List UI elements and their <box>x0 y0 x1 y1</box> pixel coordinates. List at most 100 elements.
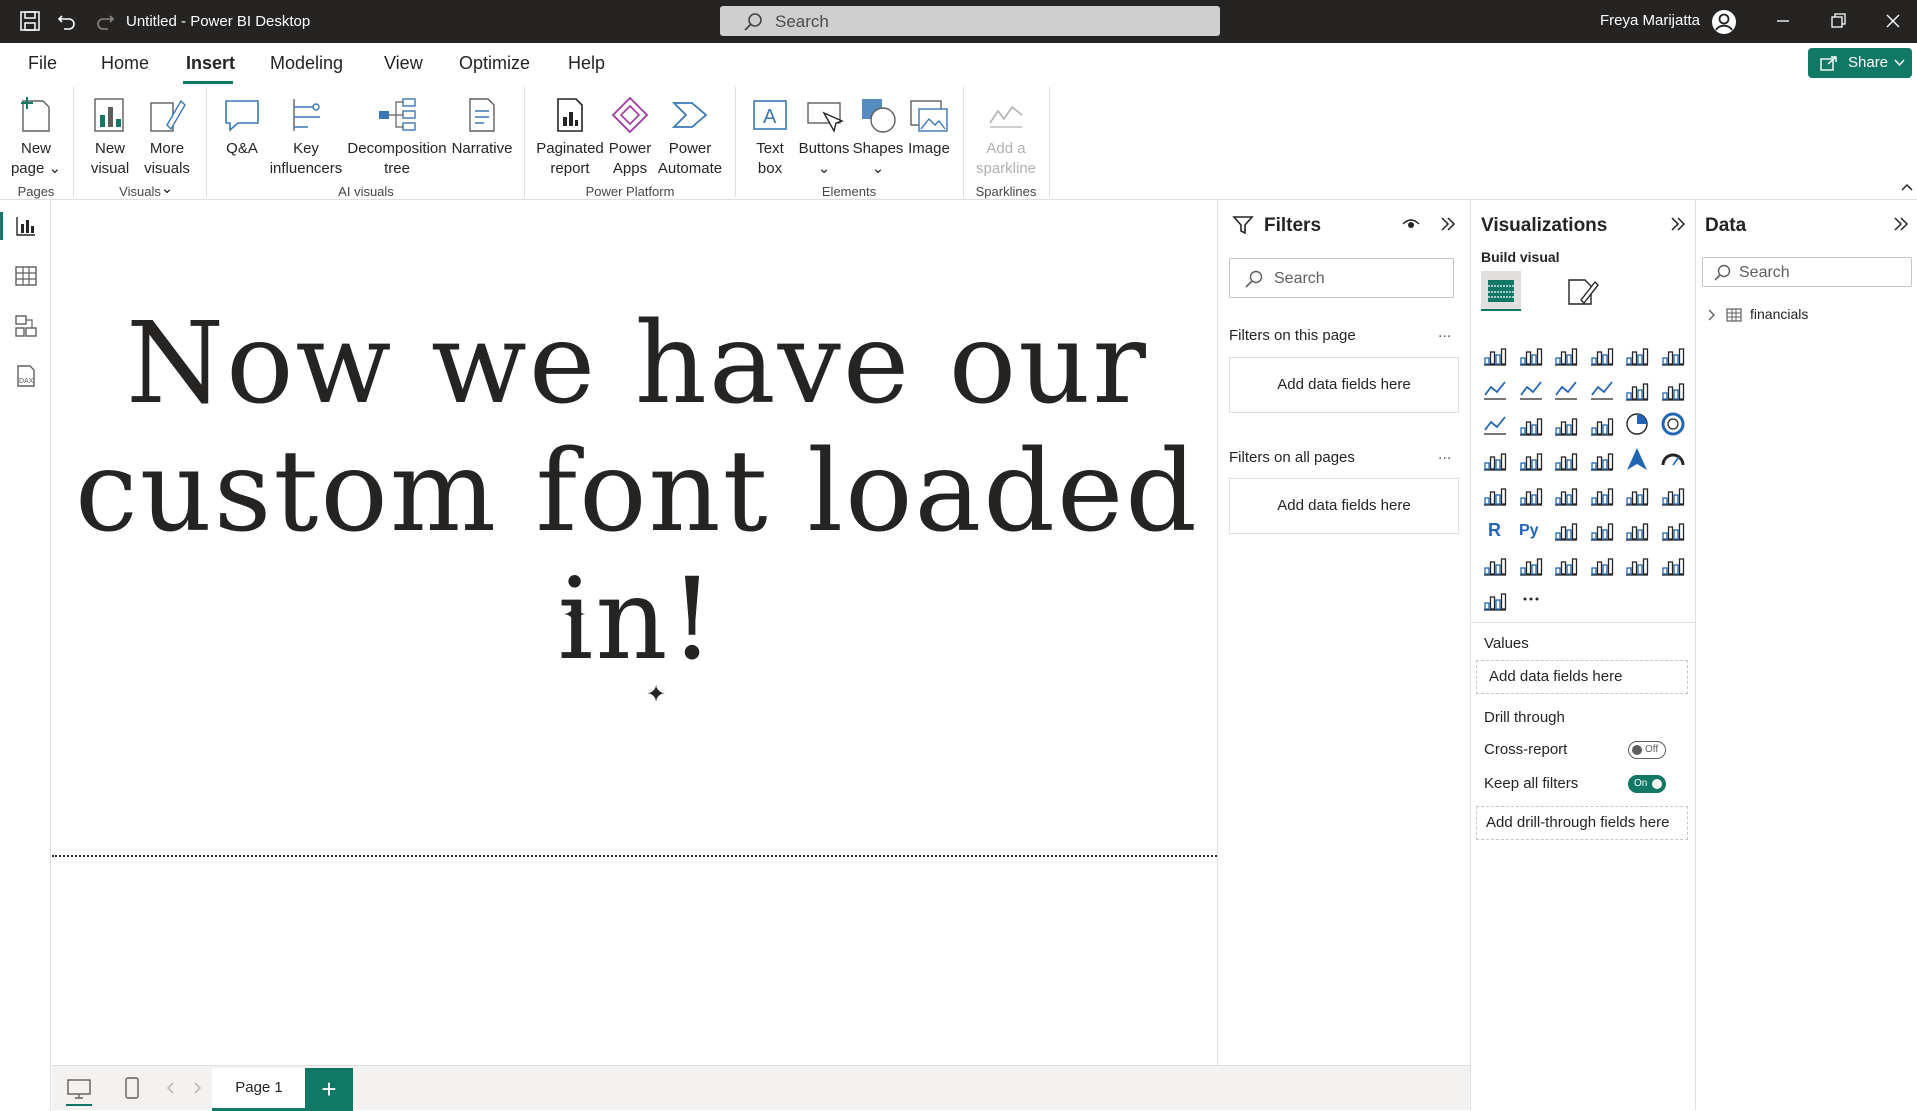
shape-map-icon[interactable] <box>1588 445 1616 473</box>
save-icon[interactable] <box>19 10 41 32</box>
chevron-right-icon[interactable] <box>1706 309 1716 321</box>
page-tab[interactable]: Page 1 <box>212 1068 306 1111</box>
line-chart-icon[interactable] <box>1481 375 1509 403</box>
dax-query-view-icon[interactable]: DAX <box>14 364 38 388</box>
menu-view[interactable]: View <box>384 53 423 74</box>
clustered-bar-chart-icon[interactable] <box>1552 340 1580 368</box>
collapse-ribbon-icon[interactable] <box>1901 183 1913 191</box>
menu-help[interactable]: Help <box>568 53 605 74</box>
add-page-button[interactable]: + <box>305 1068 353 1111</box>
card-icon[interactable] <box>1481 480 1509 508</box>
clustered-column-chart-icon[interactable] <box>1588 340 1616 368</box>
text-box-button[interactable]: A Text box <box>744 95 796 179</box>
kpi-icon[interactable] <box>1552 480 1580 508</box>
paginated-report-button[interactable]: Paginated report <box>534 95 606 179</box>
build-visual-tab[interactable] <box>1481 271 1521 311</box>
stacked-area-chart-icon[interactable] <box>1552 375 1580 403</box>
100-stacked-area-chart-icon[interactable] <box>1588 375 1616 403</box>
map-icon[interactable] <box>1517 445 1545 473</box>
eye-icon[interactable] <box>1402 216 1420 232</box>
funnel-chart-icon[interactable] <box>1552 410 1580 438</box>
canvas-text-box[interactable]: Now we have our custom font loaded in! ✦… <box>62 300 1212 708</box>
pie-chart-icon[interactable] <box>1623 410 1651 438</box>
model-view-icon[interactable] <box>14 314 38 338</box>
new-slicer-icon[interactable] <box>1588 550 1616 578</box>
qa-button[interactable]: Q&A <box>216 95 268 159</box>
add-sparkline-button[interactable]: Add a sparkline <box>970 95 1042 179</box>
report-canvas[interactable]: Now we have our custom font loaded in! ✦… <box>52 200 1217 1065</box>
data-search-input[interactable]: Search <box>1702 257 1912 287</box>
arcgis-icon[interactable] <box>1623 550 1651 578</box>
more-options-icon[interactable]: ... <box>1438 446 1451 464</box>
collapse-data-icon[interactable] <box>1892 215 1910 233</box>
table-view-icon[interactable] <box>14 264 38 288</box>
undo-icon[interactable] <box>56 10 78 32</box>
multi-row-card-icon[interactable] <box>1517 480 1545 508</box>
python-visual-icon[interactable]: Py <box>1517 515 1545 543</box>
filters-page-well[interactable]: Add data fields here <box>1229 357 1459 413</box>
image-button[interactable]: Image <box>904 95 954 159</box>
cross-report-toggle[interactable]: Off <box>1628 741 1666 759</box>
ribbon-chart-icon[interactable] <box>1481 410 1509 438</box>
matrix-icon[interactable] <box>1659 480 1687 508</box>
decomposition-tree-visual-icon[interactable] <box>1588 515 1616 543</box>
power-automate-button[interactable]: Power Automate <box>654 95 726 179</box>
area-chart-icon[interactable] <box>1517 375 1545 403</box>
values-well[interactable]: Add data fields here <box>1476 660 1688 694</box>
power-apps-visual-icon[interactable] <box>1659 550 1687 578</box>
chevron-left-icon[interactable] <box>166 1082 176 1094</box>
collapse-visualizations-icon[interactable] <box>1669 215 1687 233</box>
stacked-column-chart-icon[interactable] <box>1517 340 1545 368</box>
table-item-financials[interactable]: financials <box>1706 304 1906 326</box>
decomposition-tree-button[interactable]: Decomposition tree <box>344 95 450 179</box>
treemap-icon[interactable] <box>1481 445 1509 473</box>
narrative-button[interactable]: Narrative <box>448 95 516 159</box>
narrative-visual-icon[interactable] <box>1659 515 1687 543</box>
chevron-right-icon[interactable] <box>192 1082 202 1094</box>
shapes-button[interactable]: Shapes ⌄ <box>852 95 904 179</box>
power-automate-visual-icon[interactable] <box>1481 585 1509 613</box>
filters-all-pages-well[interactable]: Add data fields here <box>1229 478 1459 534</box>
drill-through-well[interactable]: Add drill-through fields here <box>1476 806 1688 840</box>
new-card-icon[interactable] <box>1552 550 1580 578</box>
r-visual-icon[interactable]: R <box>1481 515 1509 543</box>
collapse-filters-icon[interactable] <box>1439 215 1457 233</box>
share-button[interactable]: Share <box>1808 48 1912 78</box>
key-influencers-button[interactable]: Key influencers <box>266 95 346 179</box>
more-options-icon[interactable]: ... <box>1438 324 1451 342</box>
filters-search-input[interactable]: Search <box>1229 258 1454 298</box>
paginated-visual-icon[interactable] <box>1517 550 1545 578</box>
qa-visual-icon[interactable] <box>1623 515 1651 543</box>
100-stacked-column-chart-icon[interactable] <box>1659 340 1687 368</box>
donut-chart-icon[interactable] <box>1659 410 1687 438</box>
buttons-button[interactable]: Buttons ⌄ <box>796 95 852 179</box>
user-avatar-icon[interactable] <box>1711 9 1737 35</box>
power-apps-button[interactable]: Power Apps <box>606 95 654 179</box>
100-stacked-bar-chart-icon[interactable] <box>1623 340 1651 368</box>
menu-file[interactable]: File <box>28 53 57 74</box>
metrics-icon[interactable] <box>1481 550 1509 578</box>
gauge-icon[interactable] <box>1659 445 1687 473</box>
minimize-icon[interactable] <box>1772 10 1794 32</box>
azure-map-icon[interactable] <box>1623 445 1651 473</box>
global-search[interactable]: Search <box>720 6 1220 36</box>
menu-modeling[interactable]: Modeling <box>270 53 343 74</box>
stacked-bar-chart-icon[interactable] <box>1481 340 1509 368</box>
table-visual-icon[interactable] <box>1623 480 1651 508</box>
new-visual-button[interactable]: New visual <box>82 95 138 179</box>
close-icon[interactable] <box>1882 10 1904 32</box>
scatter-chart-icon[interactable] <box>1588 410 1616 438</box>
line-clustered-column-chart-icon[interactable] <box>1659 375 1687 403</box>
desktop-layout-icon[interactable] <box>66 1078 92 1100</box>
line-stacked-column-chart-icon[interactable] <box>1623 375 1651 403</box>
waterfall-chart-icon[interactable] <box>1517 410 1545 438</box>
format-visual-icon[interactable] <box>1565 274 1599 308</box>
report-view-icon[interactable] <box>14 214 38 238</box>
redo-icon[interactable] <box>94 10 116 32</box>
restore-icon[interactable] <box>1827 10 1849 32</box>
new-page-button[interactable]: New page ⌄ <box>8 95 64 179</box>
menu-optimize[interactable]: Optimize <box>459 53 530 74</box>
keep-all-filters-toggle[interactable]: On <box>1628 775 1666 793</box>
key-influencers-visual-icon[interactable] <box>1552 515 1580 543</box>
slicer-icon[interactable] <box>1588 480 1616 508</box>
